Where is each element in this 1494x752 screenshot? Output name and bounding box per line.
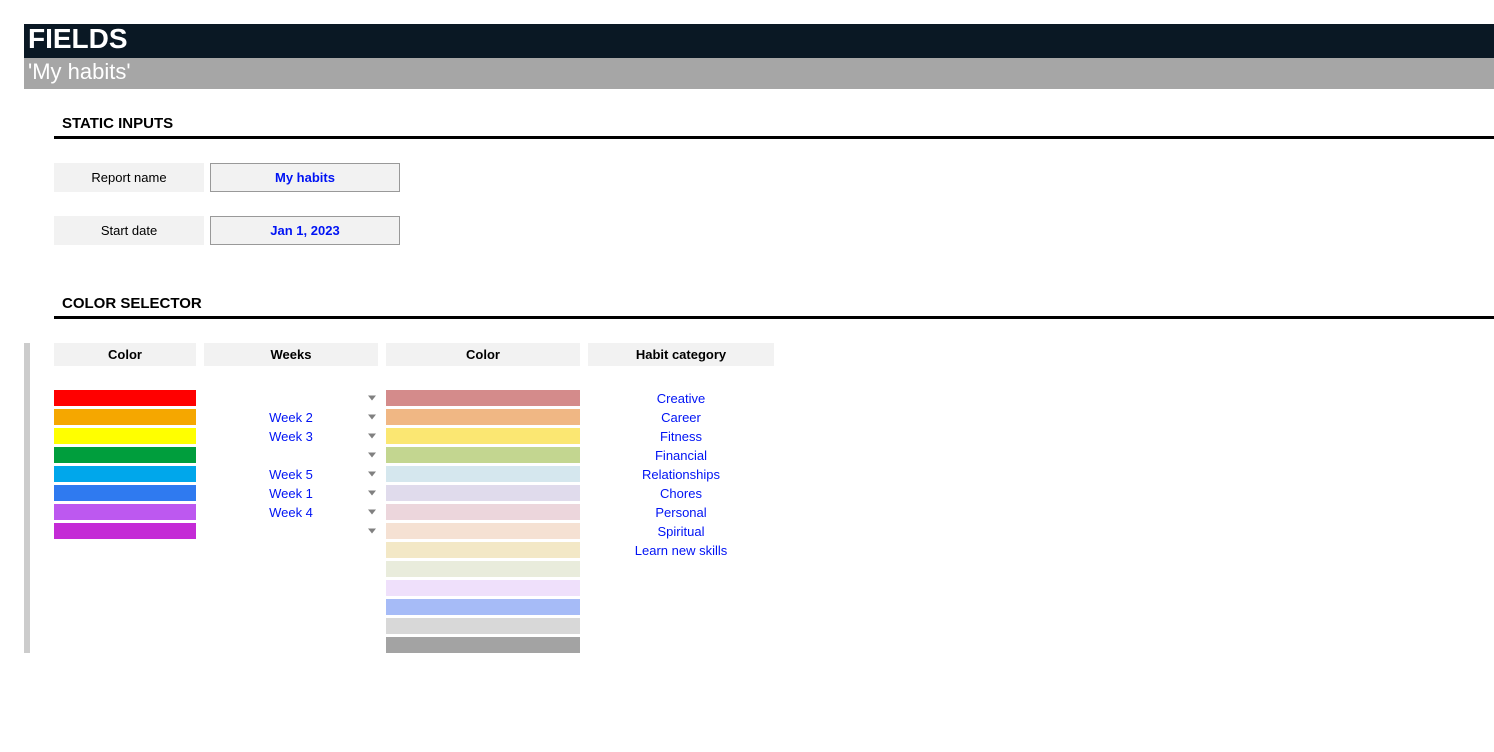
column-header-habit: Habit category <box>588 343 774 366</box>
report-name-label: Report name <box>54 163 204 192</box>
color-swatch[interactable] <box>386 409 580 425</box>
habit-category-cell[interactable]: Fitness <box>588 428 774 444</box>
chevron-down-icon <box>368 491 376 496</box>
habit-category-cell[interactable]: Learn new skills <box>588 542 774 558</box>
right-color-column <box>386 390 580 653</box>
chevron-down-icon <box>368 510 376 515</box>
habit-category-cell[interactable]: Career <box>588 409 774 425</box>
column-header-color-2: Color <box>386 343 580 366</box>
color-swatch[interactable] <box>386 390 580 406</box>
color-swatch[interactable] <box>386 542 580 558</box>
chevron-down-icon <box>368 472 376 477</box>
habit-category-cell[interactable]: Personal <box>588 504 774 520</box>
page-subtitle: 'My habits' <box>24 58 1494 90</box>
week-value: Week 4 <box>269 505 313 520</box>
color-swatch[interactable] <box>386 561 580 577</box>
section-divider <box>54 316 1494 319</box>
color-swatch[interactable] <box>386 618 580 634</box>
start-date-input[interactable]: Jan 1, 2023 <box>210 216 400 245</box>
color-swatch[interactable] <box>386 523 580 539</box>
color-swatch[interactable] <box>386 428 580 444</box>
week-dropdown[interactable]: Week 1 <box>204 485 378 501</box>
weeks-column: Week 2 Week 3 Week 5 Week 1 Week 4 <box>204 390 378 653</box>
color-selector-heading: COLOR SELECTOR <box>62 295 1494 312</box>
start-date-label: Start date <box>54 216 204 245</box>
report-name-input[interactable]: My habits <box>210 163 400 192</box>
left-color-column <box>54 390 196 653</box>
week-dropdown[interactable]: Week 5 <box>204 466 378 482</box>
color-swatch[interactable] <box>386 447 580 463</box>
vertical-accent-bar <box>24 343 30 653</box>
week-value: Week 5 <box>269 467 313 482</box>
page-title: FIELDS <box>24 24 1494 58</box>
chevron-down-icon <box>368 453 376 458</box>
week-value: Week 2 <box>269 410 313 425</box>
color-swatch[interactable] <box>386 485 580 501</box>
week-dropdown[interactable]: Week 3 <box>204 428 378 444</box>
week-dropdown[interactable] <box>204 447 378 463</box>
color-swatch[interactable] <box>54 466 196 482</box>
chevron-down-icon <box>368 434 376 439</box>
week-dropdown[interactable]: Week 4 <box>204 504 378 520</box>
color-swatch[interactable] <box>54 447 196 463</box>
color-swatch[interactable] <box>386 504 580 520</box>
color-swatch[interactable] <box>386 466 580 482</box>
color-swatch[interactable] <box>386 637 580 653</box>
color-swatch[interactable] <box>386 580 580 596</box>
color-swatch[interactable] <box>54 409 196 425</box>
week-dropdown[interactable]: Week 2 <box>204 409 378 425</box>
habit-column: Creative Career Fitness Financial Relationsh… <box>588 390 774 653</box>
habit-category-cell[interactable]: Creative <box>588 390 774 406</box>
color-swatch[interactable] <box>54 523 196 539</box>
habit-category-cell[interactable]: Relationships <box>588 466 774 482</box>
column-header-weeks: Weeks <box>204 343 378 366</box>
color-swatch[interactable] <box>54 485 196 501</box>
week-dropdown[interactable] <box>204 523 378 539</box>
static-input-row: Report name My habits <box>54 163 1494 192</box>
week-dropdown[interactable] <box>204 390 378 406</box>
color-swatch[interactable] <box>54 504 196 520</box>
habit-category-cell[interactable]: Financial <box>588 447 774 463</box>
color-selector-section: COLOR SELECTOR Color Weeks Color Habit c… <box>54 295 1494 653</box>
static-input-row: Start date Jan 1, 2023 <box>54 216 1494 245</box>
chevron-down-icon <box>368 415 376 420</box>
color-swatch[interactable] <box>386 599 580 615</box>
static-inputs-heading: STATIC INPUTS <box>62 115 1494 132</box>
color-swatch[interactable] <box>54 390 196 406</box>
week-value: Week 3 <box>269 429 313 444</box>
chevron-down-icon <box>368 529 376 534</box>
habit-category-cell[interactable]: Spiritual <box>588 523 774 539</box>
static-inputs-section: STATIC INPUTS Report name My habits Star… <box>54 115 1494 245</box>
habit-category-cell[interactable]: Chores <box>588 485 774 501</box>
color-swatch[interactable] <box>54 428 196 444</box>
column-header-color-1: Color <box>54 343 196 366</box>
week-value: Week 1 <box>269 486 313 501</box>
section-divider <box>54 136 1494 139</box>
chevron-down-icon <box>368 396 376 401</box>
